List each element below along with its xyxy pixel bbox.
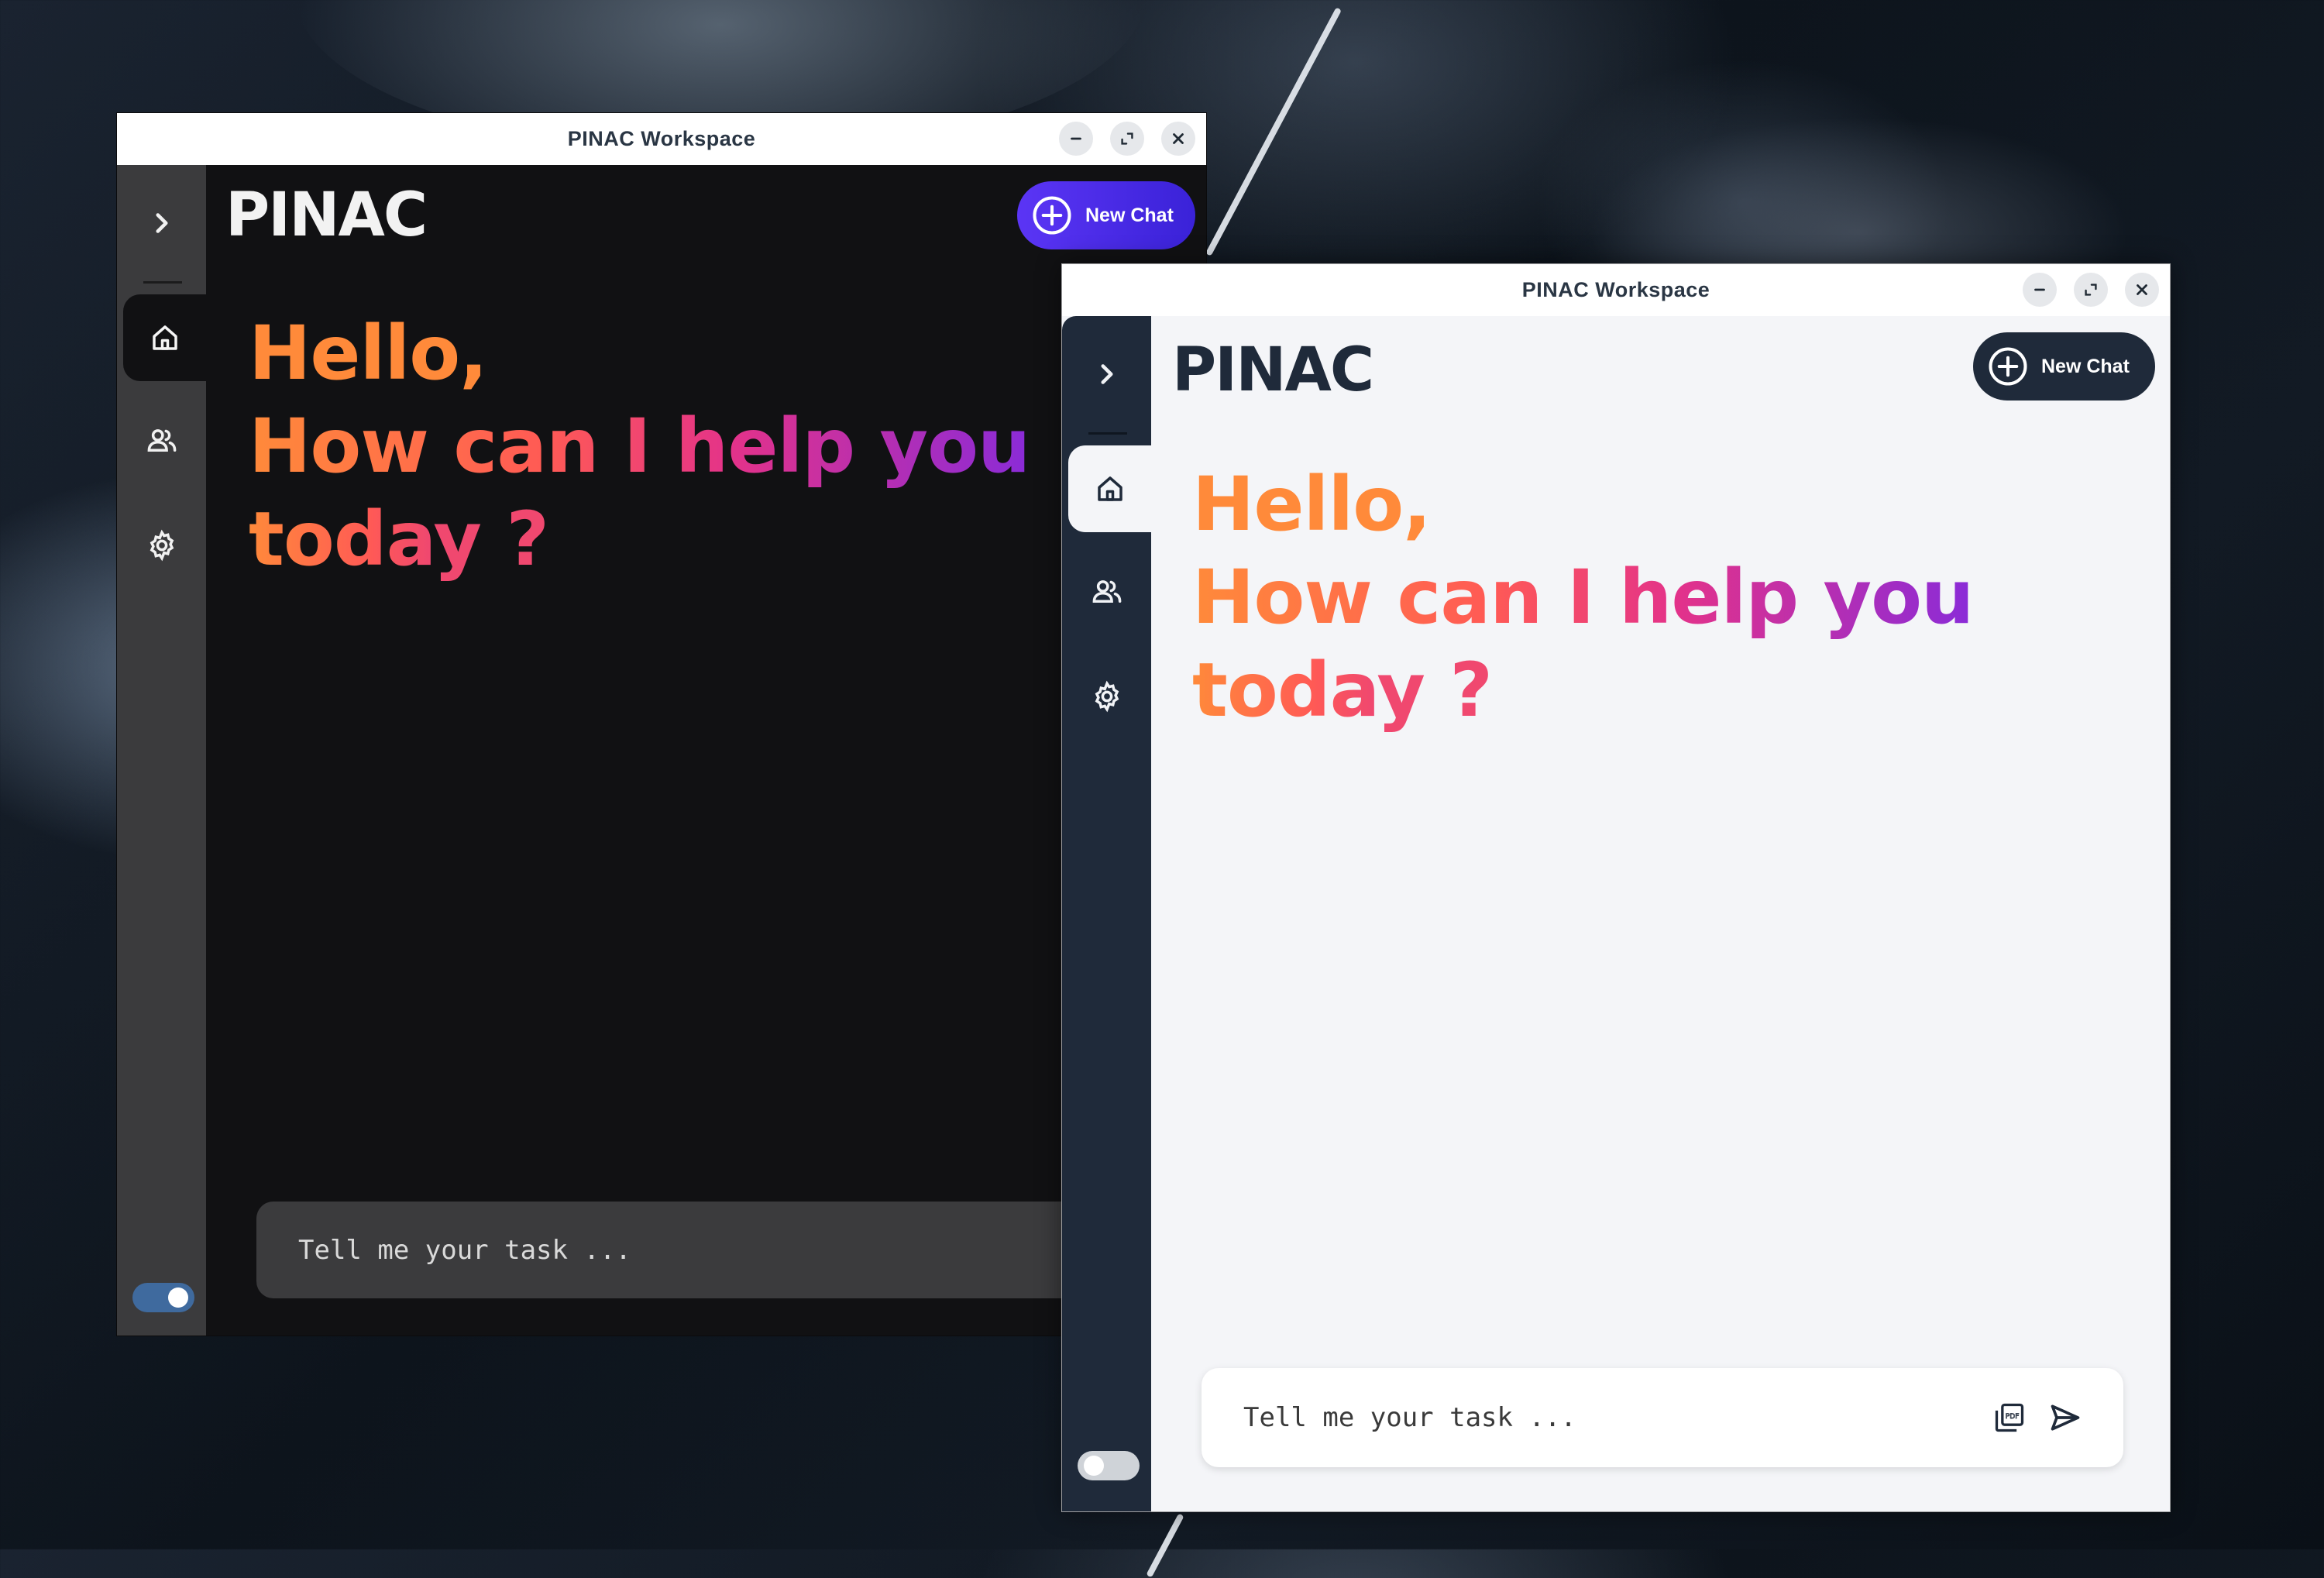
maximize-button[interactable] xyxy=(2074,273,2108,307)
task-input[interactable] xyxy=(297,1233,1136,1267)
greeting-line-1: Hello, xyxy=(1192,461,1432,548)
send-button[interactable] xyxy=(2047,1400,2083,1435)
sidebar-divider xyxy=(143,281,182,284)
minimize-icon xyxy=(1071,137,1081,140)
close-icon xyxy=(1173,133,1184,144)
task-input[interactable] xyxy=(1242,1401,1972,1434)
send-icon xyxy=(2051,1404,2080,1431)
gear-icon xyxy=(1095,680,1119,713)
greeting-line-1: Hello, xyxy=(249,310,488,397)
logo-text: PINAC xyxy=(225,183,426,245)
home-icon xyxy=(152,325,177,350)
sidebar-item-settings[interactable] xyxy=(1062,653,1151,740)
wallpaper-light-streak xyxy=(1205,7,1342,256)
new-chat-label: New Chat xyxy=(2041,355,2130,377)
maximize-button[interactable] xyxy=(1110,122,1144,156)
wallpaper-light-streak xyxy=(1146,1513,1184,1578)
new-chat-button[interactable]: New Chat xyxy=(1973,332,2155,401)
chevron-right-icon xyxy=(1100,364,1113,384)
sidebar-divider xyxy=(1088,432,1127,435)
chevron-right-icon xyxy=(155,213,168,233)
chat-input-box: PDF xyxy=(1202,1368,2123,1467)
sidebar xyxy=(117,165,206,1336)
sidebar-item-users[interactable] xyxy=(1062,548,1151,635)
sidebar-item-settings[interactable] xyxy=(117,502,206,589)
plus-circle-icon xyxy=(1989,347,2027,386)
users-icon xyxy=(147,429,176,452)
window-title: PINAC Workspace xyxy=(1521,278,1710,301)
pinac-window-light: PINAC Workspace PINAC New Chat Hello, Ho… xyxy=(1061,263,2171,1512)
sidebar-item-home[interactable] xyxy=(123,294,206,381)
greeting-line-3: today ? xyxy=(249,493,549,586)
pdf-attach-icon: PDF xyxy=(1995,1403,2024,1432)
greeting-line-3: today ? xyxy=(1192,644,1493,737)
window-title: PINAC Workspace xyxy=(567,127,756,150)
window-titlebar[interactable]: PINAC Workspace xyxy=(117,113,1206,165)
users-icon xyxy=(1092,580,1121,603)
sidebar-item-users[interactable] xyxy=(117,397,206,484)
pinac-window-dark: PINAC Workspace PINAC New Chat Hello, Ho… xyxy=(116,112,1207,1336)
toggle-knob xyxy=(1084,1456,1104,1476)
plus-circle-icon xyxy=(1033,196,1071,235)
new-chat-label: New Chat xyxy=(1085,204,1174,226)
pinac-logo: PINAC xyxy=(225,183,428,245)
sidebar-expand-button[interactable] xyxy=(117,188,206,258)
sidebar-item-home[interactable] xyxy=(1068,445,1151,532)
close-button[interactable] xyxy=(2125,273,2159,307)
sidebar xyxy=(1062,316,1151,1511)
toggle-knob xyxy=(168,1287,188,1308)
sidebar-expand-button[interactable] xyxy=(1062,339,1151,409)
new-chat-button[interactable]: New Chat xyxy=(1017,181,1195,249)
greeting-heading: Hello, How can I help you today ? xyxy=(249,307,1194,586)
window-controls xyxy=(1059,122,1195,156)
attach-pdf-button[interactable]: PDF xyxy=(1992,1400,2027,1435)
close-button[interactable] xyxy=(1161,122,1195,156)
window-titlebar[interactable]: PINAC Workspace xyxy=(1062,264,2170,316)
theme-toggle[interactable] xyxy=(132,1283,194,1312)
minimize-icon xyxy=(2034,288,2045,291)
svg-text:PDF: PDF xyxy=(2006,1412,2020,1421)
close-icon xyxy=(2137,284,2147,295)
theme-toggle[interactable] xyxy=(1078,1451,1140,1480)
maximize-icon xyxy=(1121,132,1133,145)
gear-icon xyxy=(150,529,174,562)
home-icon xyxy=(1097,476,1122,501)
greeting-heading: Hello, How can I help you today ? xyxy=(1192,458,2153,737)
minimize-button[interactable] xyxy=(1059,122,1093,156)
pinac-logo: PINAC xyxy=(1172,338,1374,400)
window-controls xyxy=(2023,273,2159,307)
maximize-icon xyxy=(2085,284,2097,296)
logo-text: PINAC xyxy=(1172,338,1373,400)
greeting-line-2: How can I help you xyxy=(1192,551,1974,644)
minimize-button[interactable] xyxy=(2023,273,2057,307)
greeting-line-2: How can I help you xyxy=(249,400,1030,493)
